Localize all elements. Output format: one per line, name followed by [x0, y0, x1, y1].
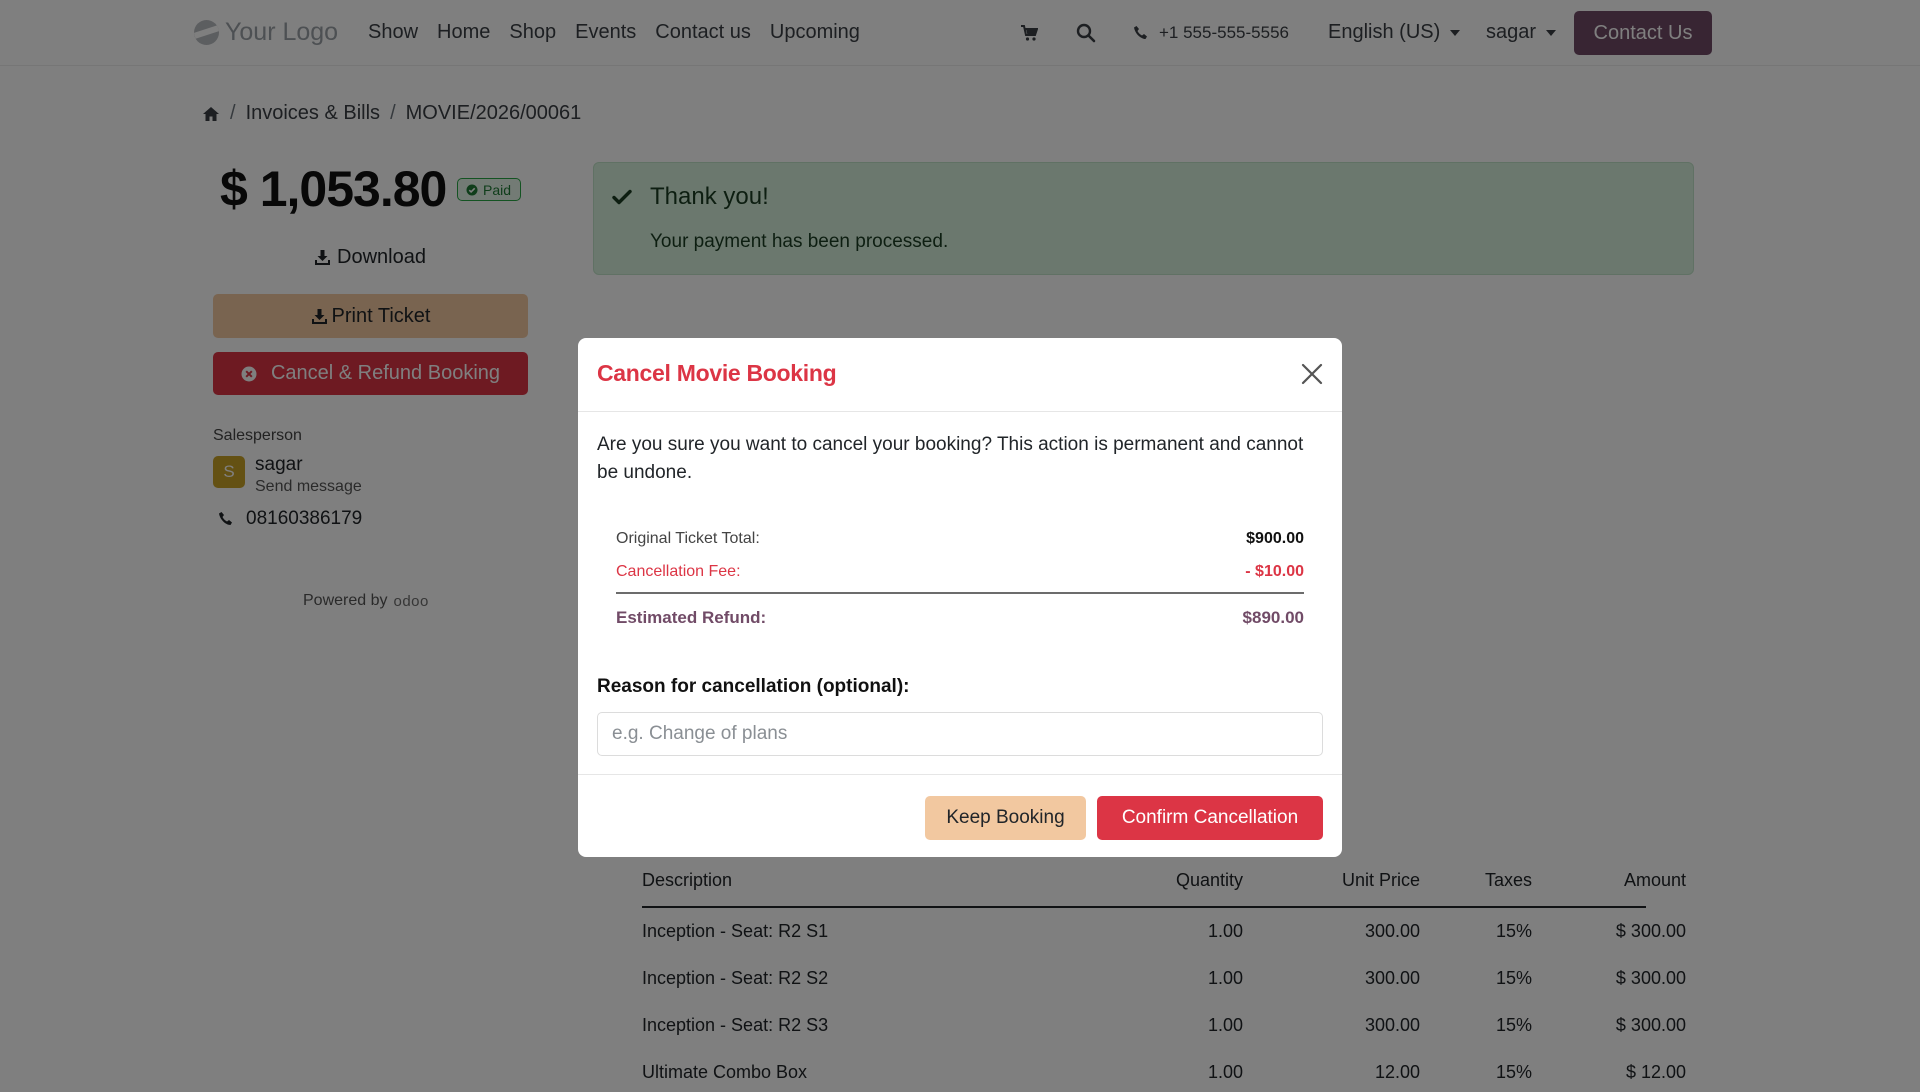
- close-icon[interactable]: [1300, 362, 1324, 386]
- estimated-refund-label: Estimated Refund:: [616, 608, 767, 627]
- confirm-cancellation-button[interactable]: Confirm Cancellation: [1097, 796, 1323, 840]
- estimated-refund-value: $890.00: [1242, 608, 1304, 627]
- modal-header: Cancel Movie Booking: [578, 338, 1342, 412]
- cancellation-fee-label: Cancellation Fee:: [616, 563, 741, 580]
- original-total-label: Original Ticket Total:: [616, 530, 760, 547]
- cancel-booking-modal: Cancel Movie Booking Are you sure you wa…: [578, 338, 1342, 857]
- original-total-value: $900.00: [1246, 530, 1304, 547]
- modal-warning-text: Are you sure you want to cancel your boo…: [597, 434, 1304, 483]
- modal-title: Cancel Movie Booking: [597, 360, 837, 386]
- summary-divider: [616, 592, 1304, 594]
- cancellation-fee-row: Cancellation Fee: - $10.00: [616, 563, 1304, 581]
- reason-label: Reason for cancellation (optional):: [597, 676, 910, 697]
- keep-booking-button[interactable]: Keep Booking: [925, 796, 1086, 840]
- cancellation-fee-value: - $10.00: [1245, 563, 1304, 580]
- reason-input[interactable]: [597, 712, 1323, 756]
- original-total-row: Original Ticket Total: $900.00: [616, 530, 1304, 548]
- estimated-refund-row: Estimated Refund: $890.00: [616, 608, 1304, 628]
